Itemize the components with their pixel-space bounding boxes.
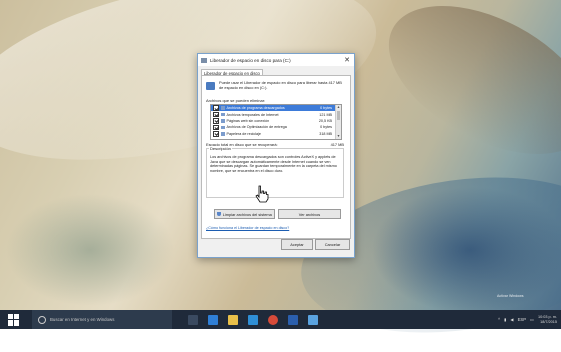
files-list[interactable]: Archivos de programa descargados 0 bytes… — [210, 104, 342, 140]
file-name: Archivos de programa descargados — [226, 106, 285, 111]
chrome-icon[interactable] — [268, 314, 278, 325]
store-icon[interactable] — [248, 314, 258, 325]
language-indicator[interactable]: ESP — [518, 317, 526, 322]
close-icon[interactable]: ✕ — [343, 56, 351, 64]
taskbar: Buscar en Internet y en Windows ^ ▮ ◀ ES… — [0, 310, 561, 329]
volume-icon[interactable]: ◀ — [510, 317, 513, 322]
how-disk-cleanup-works-link[interactable]: ¿Cómo funciona el Liberador de espacio e… — [206, 226, 289, 230]
clean-system-files-button[interactable]: Limpiar archivos del sistema — [214, 209, 275, 219]
list-item[interactable]: Papelera de reciclaje 318 MB — [211, 131, 341, 137]
file-checkbox[interactable] — [213, 118, 219, 124]
file-checkbox[interactable] — [213, 105, 219, 111]
scroll-thumb[interactable] — [336, 111, 341, 120]
file-checkbox[interactable] — [213, 131, 219, 137]
notifications-icon[interactable]: ▭ — [530, 317, 534, 322]
file-type-icon — [220, 112, 225, 117]
dialog-title: Liberador de espacio en disco para (C:) — [210, 57, 291, 63]
clock[interactable]: 10:03 p. m. 18/7/2015 — [538, 315, 557, 324]
file-type-icon — [220, 106, 225, 110]
file-name: Papelera de reciclaje — [226, 131, 261, 136]
total-space-value: 417 MB — [330, 142, 344, 147]
scroll-down-icon[interactable]: ▼ — [336, 134, 341, 139]
drive-icon — [206, 82, 215, 90]
tab-panel: Puede usar el Liberador de espacio en di… — [201, 75, 351, 239]
disk-cleanup-dialog: Liberador de espacio en disco para (C:) … — [197, 53, 355, 258]
clean-system-files-label: Limpiar archivos del sistema — [222, 211, 272, 217]
wallpaper-rock-shape — [364, 0, 561, 185]
hand-cursor-icon — [255, 185, 269, 203]
file-checkbox[interactable] — [213, 111, 219, 118]
file-type-icon — [220, 119, 225, 123]
scroll-up-icon[interactable]: ▲ — [336, 105, 341, 110]
file-name: Archivos temporales de Internet — [226, 112, 279, 117]
windows-logo-icon — [14, 313, 19, 319]
info-text: Puede usar el Liberador de espacio en di… — [219, 80, 342, 90]
search-icon — [38, 315, 46, 324]
description-text: Los archivos de programa descargados son… — [210, 155, 337, 173]
windows-logo-icon — [8, 320, 13, 326]
word-icon[interactable] — [288, 314, 298, 325]
search-placeholder: Buscar en Internet y en Windows — [50, 317, 115, 322]
clock-date: 18/7/2015 — [540, 319, 557, 324]
files-list-label: Archivos que se pueden eliminar: — [206, 98, 266, 103]
search-box[interactable]: Buscar en Internet y en Windows — [32, 310, 172, 329]
recycle-bin-icon — [220, 132, 225, 136]
windows-logo-icon — [8, 313, 13, 319]
edge-icon[interactable] — [208, 314, 218, 325]
start-button[interactable] — [8, 313, 20, 326]
file-explorer-icon[interactable] — [228, 314, 238, 325]
view-files-button[interactable]: Ver archivos — [278, 209, 341, 219]
task-view-icon[interactable] — [188, 314, 198, 325]
paint-icon[interactable] — [308, 314, 318, 325]
description-group: Descripción Los archivos de programa des… — [206, 146, 344, 198]
system-tray: ^ ▮ ◀ ESP ▭ 10:03 p. m. 18/7/2015 — [498, 310, 557, 329]
disk-cleanup-icon — [201, 57, 207, 63]
file-checkbox[interactable] — [213, 124, 219, 131]
file-name: Páginas web sin conexión — [226, 118, 270, 123]
windows-logo-icon — [14, 320, 19, 326]
chevron-up-icon[interactable]: ^ — [498, 317, 500, 322]
dialog-titlebar[interactable]: Liberador de espacio en disco para (C:) … — [198, 54, 354, 66]
network-icon[interactable]: ▮ — [504, 317, 506, 322]
cancel-button[interactable]: Cancelar — [315, 239, 350, 250]
file-name: Archivos de Optimización de entrega — [226, 125, 287, 130]
description-title: Descripción — [209, 146, 232, 151]
ok-button[interactable]: Aceptar — [281, 239, 313, 250]
file-type-icon — [220, 125, 225, 130]
list-scrollbar[interactable]: ▲ ▼ — [335, 105, 341, 139]
uac-shield-icon — [217, 212, 221, 216]
activation-watermark: Activar Windows — [497, 294, 524, 298]
